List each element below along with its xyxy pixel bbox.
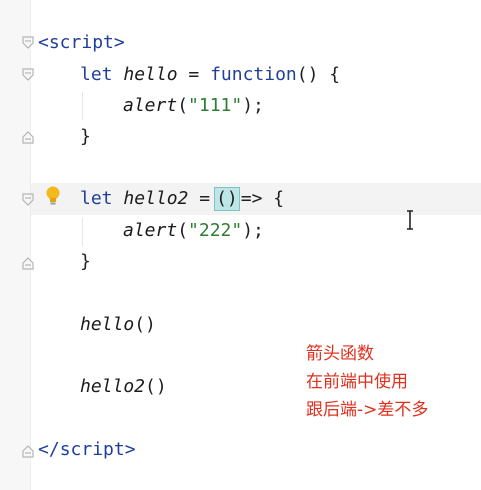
code-line-10[interactable]: </script> xyxy=(38,438,136,462)
code-token: alert xyxy=(123,95,178,116)
code-line-9[interactable]: hello2() xyxy=(80,375,167,399)
code-token: () xyxy=(134,314,156,335)
code-token: } xyxy=(80,126,91,147)
code-token: ( xyxy=(177,220,189,241)
fold-marker-icon[interactable] xyxy=(22,444,34,458)
annotation-line-3: 跟后端->差不多 xyxy=(306,400,429,420)
code-token: let xyxy=(80,188,124,209)
code-line-1[interactable]: <script> xyxy=(38,31,125,55)
code-token: "222" xyxy=(188,220,243,241)
code-token: alert xyxy=(123,220,178,241)
code-token: hello2 xyxy=(80,376,146,397)
code-line-3[interactable]: alert("111"); xyxy=(123,94,264,118)
code-token: ); xyxy=(242,220,264,241)
code-token: script xyxy=(48,32,114,53)
fold-marker-icon[interactable] xyxy=(22,193,34,207)
code-token: () { xyxy=(296,64,341,85)
code-token: = xyxy=(188,188,211,209)
code-token: < xyxy=(38,32,49,53)
code-token: function xyxy=(210,64,297,85)
code-token: = xyxy=(177,64,211,85)
code-token: let xyxy=(80,64,124,85)
code-token: hello2 xyxy=(123,188,189,209)
code-token: > xyxy=(124,439,136,460)
code-line-7[interactable]: } xyxy=(80,250,91,274)
code-token: hello xyxy=(80,314,135,335)
code-line-8[interactable]: hello() xyxy=(80,313,156,337)
caret-selection: () xyxy=(214,187,240,211)
code-token: ( xyxy=(177,95,189,116)
fold-marker-icon[interactable] xyxy=(22,130,34,144)
code-token: script xyxy=(59,439,125,460)
annotation-line-1: 箭头函数 xyxy=(306,344,374,364)
code-token: hello xyxy=(123,64,178,85)
annotation-line-2: 在前端中使用 xyxy=(306,372,408,392)
code-token: => { xyxy=(240,188,285,209)
fold-marker-icon[interactable] xyxy=(22,256,34,270)
code-line-4[interactable]: } xyxy=(80,125,91,149)
code-token: } xyxy=(80,251,91,272)
indent-guide xyxy=(82,218,83,246)
indent-guide xyxy=(82,92,83,120)
code-line-2[interactable]: let hello = function() { xyxy=(80,63,340,87)
code-token: > xyxy=(113,32,125,53)
code-token: () xyxy=(145,376,167,397)
code-token: "111" xyxy=(188,95,243,116)
code-line-5[interactable]: let hello2 =() => { xyxy=(80,187,284,211)
fold-marker-icon[interactable] xyxy=(22,68,34,82)
text-cursor-icon xyxy=(407,210,413,230)
code-token: ); xyxy=(242,95,264,116)
code-token: </ xyxy=(38,439,60,460)
code-line-6[interactable]: alert("222"); xyxy=(123,219,264,243)
lightbulb-icon[interactable] xyxy=(44,185,62,207)
fold-marker-icon[interactable] xyxy=(22,36,34,50)
